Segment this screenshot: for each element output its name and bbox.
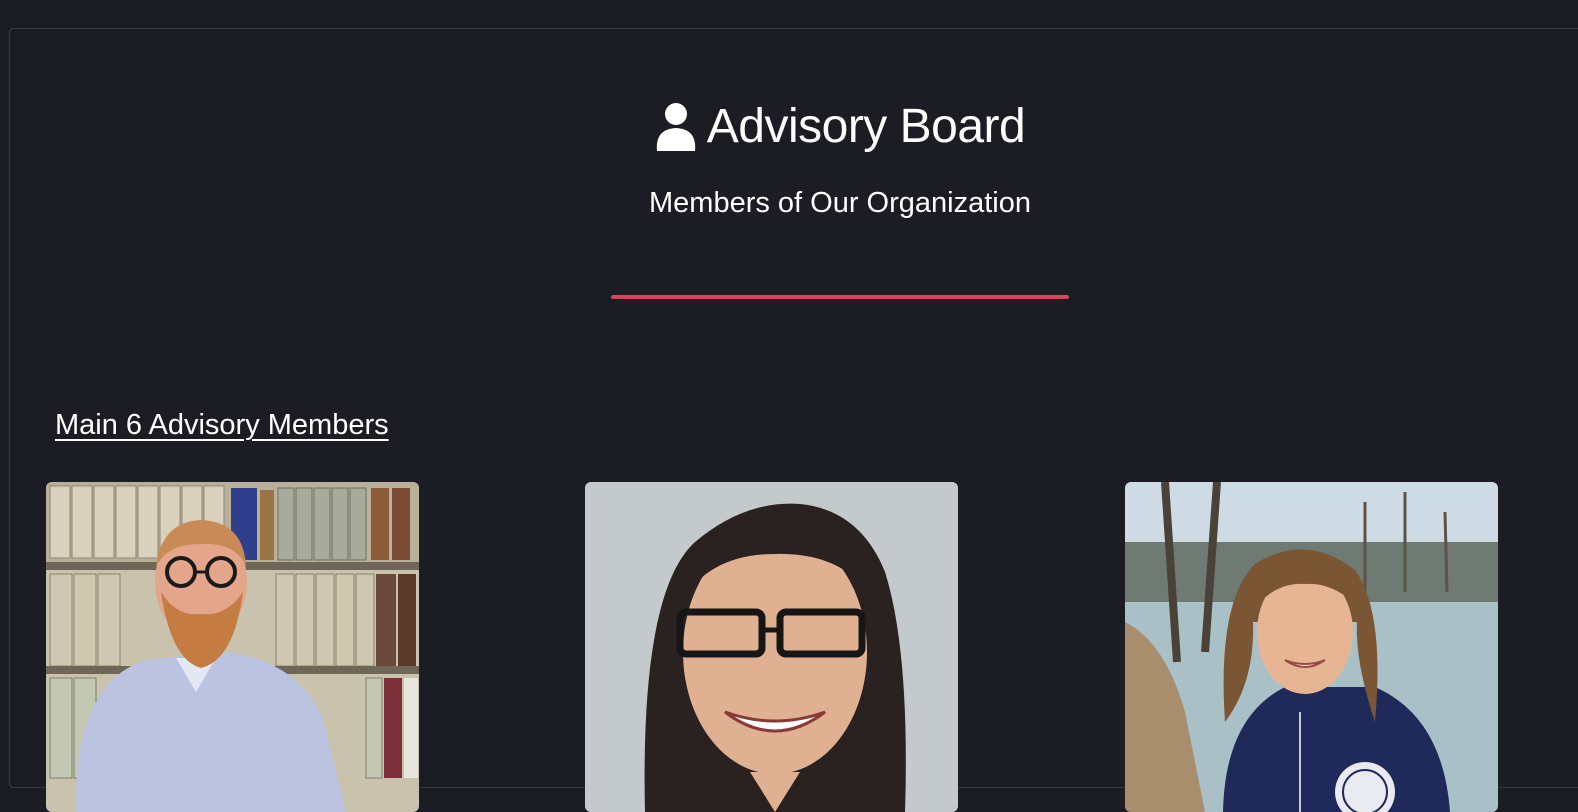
member-card-2[interactable] <box>585 482 958 812</box>
title-row: Advisory Board <box>10 99 1578 155</box>
member-photo-1 <box>46 482 419 812</box>
page-title: Advisory Board <box>706 100 1026 153</box>
member-photo-2 <box>585 482 958 812</box>
user-icon <box>656 103 695 151</box>
page-subtitle: Members of Our Organization <box>649 187 1031 219</box>
member-card-3[interactable] <box>1125 482 1498 812</box>
member-photo-3 <box>1125 482 1498 812</box>
member-card-1[interactable] <box>46 482 419 812</box>
section-heading-link[interactable]: Main 6 Advisory Members <box>55 407 389 443</box>
accent-divider <box>611 295 1069 299</box>
advisory-board-panel: Advisory Board Members of Our Organizati… <box>9 28 1578 812</box>
